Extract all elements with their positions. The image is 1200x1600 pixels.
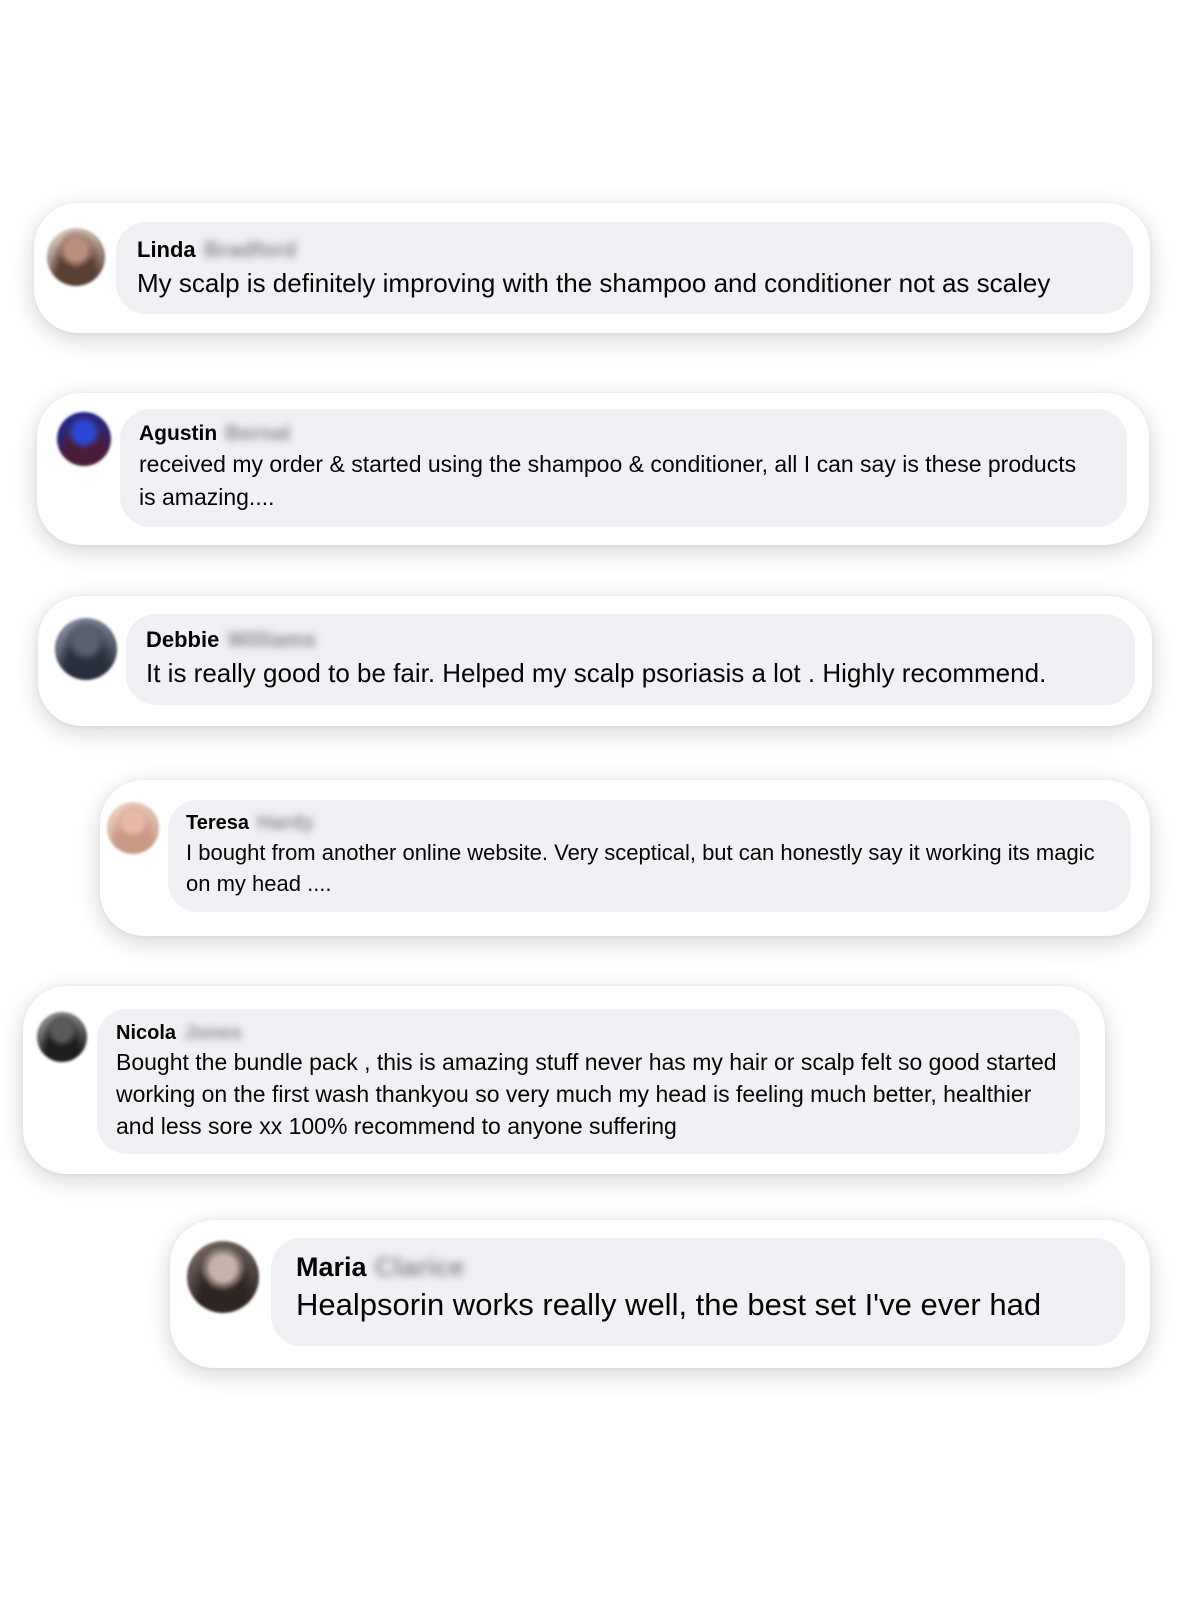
- comment-card: Teresa Hardy I bought from another onlin…: [100, 780, 1150, 936]
- commenter-last-name[interactable]: Williams: [227, 627, 316, 653]
- comment-text: I bought from another online website. Ve…: [186, 840, 1095, 897]
- comment-card: Nicola Jones Bought the bundle pack , th…: [23, 986, 1105, 1174]
- comment-bubble: Agustin Bernal received my order & start…: [120, 409, 1127, 527]
- comment-bubble: Linda Bradford My scalp is definitely im…: [116, 222, 1133, 314]
- commenter-first-name[interactable]: Nicola: [116, 1022, 176, 1045]
- commenter-last-name[interactable]: Bradford: [204, 237, 297, 263]
- comment-card: Agustin Bernal received my order & start…: [37, 393, 1149, 545]
- comment-text: My scalp is definitely improving with th…: [137, 268, 1051, 298]
- avatar[interactable]: [55, 618, 117, 680]
- comment-bubble: Nicola Jones Bought the bundle pack , th…: [97, 1009, 1080, 1154]
- commenter-first-name[interactable]: Agustin: [139, 422, 217, 446]
- commenter-last-name[interactable]: Hardy: [257, 812, 314, 835]
- comment-text: received my order & started using the sh…: [139, 451, 1077, 510]
- comment-card: Maria Clarice Healpsorin works really we…: [170, 1220, 1150, 1368]
- commenter-first-name[interactable]: Teresa: [186, 812, 249, 835]
- commenter-last-name[interactable]: Clarice: [375, 1252, 465, 1283]
- comment-card: Debbie Williams It is really good to be …: [38, 596, 1152, 726]
- commenter-first-name[interactable]: Maria: [296, 1252, 367, 1283]
- avatar[interactable]: [107, 802, 159, 854]
- comment-bubble: Maria Clarice Healpsorin works really we…: [271, 1238, 1125, 1346]
- commenter-last-name[interactable]: Bernal: [225, 422, 290, 446]
- commenter-first-name[interactable]: Linda: [137, 237, 196, 263]
- commenter-first-name[interactable]: Debbie: [146, 627, 219, 653]
- comment-text: Bought the bundle pack , this is amazing…: [116, 1049, 1057, 1140]
- avatar[interactable]: [37, 1012, 87, 1062]
- commenter-last-name[interactable]: Jones: [184, 1022, 242, 1045]
- avatar[interactable]: [57, 412, 111, 466]
- avatar[interactable]: [47, 228, 105, 286]
- comment-text: It is really good to be fair. Helped my …: [146, 658, 1047, 688]
- comment-text: Healpsorin works really well, the best s…: [296, 1287, 1042, 1322]
- comment-card: Linda Bradford My scalp is definitely im…: [34, 203, 1150, 333]
- avatar[interactable]: [187, 1241, 259, 1313]
- comment-bubble: Debbie Williams It is really good to be …: [126, 614, 1135, 705]
- comment-bubble: Teresa Hardy I bought from another onlin…: [168, 800, 1131, 912]
